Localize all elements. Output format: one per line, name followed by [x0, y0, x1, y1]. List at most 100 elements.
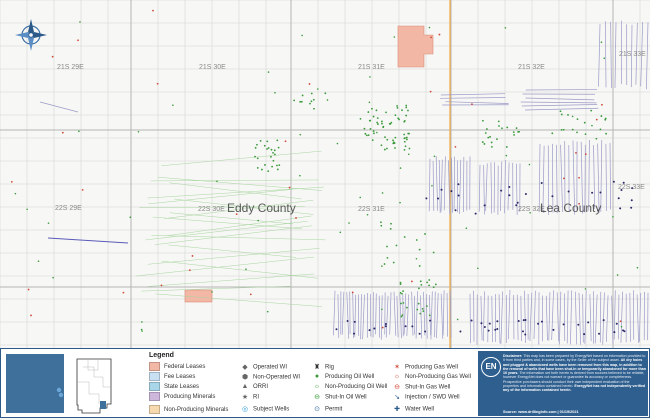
- well-head: [631, 199, 633, 201]
- producing-oil-well: [366, 134, 368, 136]
- producing-oil-well: [407, 110, 409, 112]
- producing-gas-well: [620, 320, 622, 322]
- horizontal-well-lateral: [599, 24, 600, 86]
- well-head: [459, 331, 461, 333]
- producing-oil-well: [434, 155, 436, 157]
- producing-gas-well: [82, 189, 84, 191]
- producing-oil-well: [360, 118, 362, 120]
- legend-item-non-producing-gas-well: ☼Non-Producing Gas Well: [392, 373, 471, 380]
- producing-oil-well: [400, 282, 402, 284]
- horizontal-well-lateral: [397, 296, 398, 337]
- producing-oil-well: [382, 192, 384, 194]
- federal-lease-area: [185, 290, 212, 302]
- horizontal-well-lateral: [404, 293, 406, 334]
- producing-oil-well: [406, 307, 408, 309]
- producing-oil-well: [299, 101, 301, 103]
- producing-oil-well: [404, 149, 406, 151]
- legend-title: Legend: [149, 352, 174, 359]
- horizontal-well-lateral: [590, 294, 591, 341]
- horizontal-well-lateral: [447, 293, 448, 337]
- well-head: [354, 321, 356, 323]
- horizontal-well-lateral: [579, 293, 581, 345]
- well-head: [347, 320, 349, 322]
- diamond-icon: ◆: [240, 363, 250, 371]
- producing-oil-well: [429, 315, 431, 317]
- producing-oil-well: [311, 93, 313, 95]
- horizontal-well-lateral: [441, 294, 443, 339]
- well-head: [537, 323, 539, 325]
- legend-item-producing-gas-well: ✶Producing Gas Well: [392, 363, 458, 371]
- producing-oil-well: [394, 137, 396, 139]
- producing-oil-well: [276, 139, 278, 141]
- well-head: [619, 207, 621, 209]
- well-head: [429, 320, 431, 322]
- well-head: [475, 213, 477, 215]
- well-head: [488, 330, 490, 332]
- horizontal-well-lateral: [459, 160, 460, 214]
- legend-item-ri: ★RI: [240, 393, 259, 401]
- producing-oil-well: [501, 127, 503, 129]
- horizontal-well-lateral: [481, 296, 482, 340]
- producing-oil-well: [264, 164, 266, 166]
- producing-oil-well: [276, 165, 278, 167]
- producing-oil-well: [401, 293, 403, 295]
- producing-oil-well: [400, 167, 402, 169]
- producing-oil-well: [513, 134, 515, 136]
- legend-item-subject-wells: ◎Subject Wells: [240, 405, 289, 413]
- producing-oil-well: [371, 108, 373, 110]
- fee-leases-swatch: [149, 372, 160, 381]
- horizontal-well-lateral: [429, 159, 430, 211]
- legend: Legend Federal Leases Fee Leases State L…: [145, 350, 475, 416]
- producing-oil-well: [585, 133, 587, 135]
- producing-oil-well: [567, 114, 569, 116]
- producing-oil-well: [506, 155, 508, 157]
- oil-shutin-icon: ⊖: [312, 393, 322, 401]
- producing-oil-well: [402, 302, 404, 304]
- producing-oil-well: [384, 136, 386, 138]
- horizontal-well-lateral: [439, 160, 440, 213]
- producing-oil-well: [409, 148, 411, 150]
- horizontal-well-lateral: [436, 156, 438, 211]
- horizontal-well-lateral: [517, 295, 518, 340]
- producing-oil-well: [416, 309, 418, 311]
- producing-gas-well: [250, 293, 252, 295]
- map-view[interactable]: 21S 29E 21S 30E 21S 31E 21S 32E 21S 33E …: [0, 0, 650, 348]
- well-head: [450, 190, 452, 192]
- producing-oil-well: [268, 71, 270, 73]
- producing-oil-well: [605, 118, 607, 120]
- legend-item-state-leases: State Leases: [149, 382, 199, 391]
- producing-oil-well: [385, 111, 387, 113]
- producing-oil-well: [491, 146, 493, 148]
- producing-oil-well: [551, 132, 553, 134]
- producing-oil-well: [299, 134, 301, 136]
- producing-oil-well: [401, 314, 403, 316]
- producing-oil-well: [426, 282, 428, 284]
- legend-item-shut-in-oil-well: ⊖Shut-In Oil Well: [312, 393, 367, 401]
- producing-oil-well: [278, 147, 280, 149]
- disclaimer-text: Disclaimer: This map has been prepared b…: [503, 354, 646, 393]
- producing-oil-well: [395, 114, 397, 116]
- horizontal-well-lateral: [444, 156, 445, 210]
- horizontal-well-lateral: [606, 295, 608, 341]
- producing-gas-well: [575, 152, 577, 154]
- producing-oil-well: [172, 104, 174, 106]
- producing-oil-well: [257, 157, 259, 159]
- producing-oil-well: [428, 285, 430, 287]
- horizontal-well-lateral: [534, 291, 535, 339]
- producing-oil-well: [377, 117, 379, 119]
- producing-oil-well: [416, 239, 418, 241]
- producing-oil-well: [600, 115, 602, 117]
- horizontal-well-lateral: [621, 292, 623, 343]
- producing-oil-well: [404, 141, 406, 143]
- producing-oil-well: [584, 122, 586, 124]
- producing-oil-well: [267, 311, 269, 313]
- producing-oil-well: [422, 310, 424, 312]
- horizontal-well-lateral: [353, 292, 354, 339]
- oil-well-lateral: [155, 226, 312, 245]
- township-label: 21S 29E: [57, 64, 84, 71]
- producing-oil-well: [419, 313, 421, 315]
- producing-oil-well: [390, 223, 392, 225]
- well-head: [484, 326, 486, 328]
- horizontal-well-lateral: [361, 294, 362, 339]
- producing-oil-well: [401, 109, 403, 111]
